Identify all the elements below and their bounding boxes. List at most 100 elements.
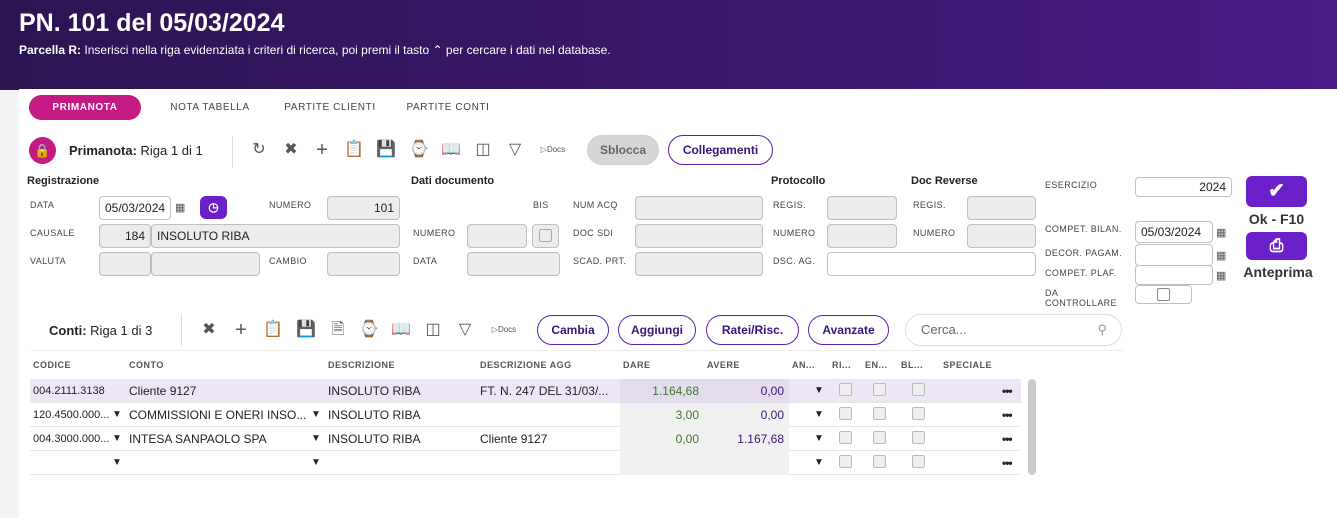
watch-icon[interactable]: ⌚ bbox=[359, 320, 379, 340]
calendar-icon[interactable]: ▦ bbox=[1216, 269, 1226, 282]
doc-data-field[interactable] bbox=[467, 252, 560, 276]
layout-icon[interactable]: ◫ bbox=[473, 140, 493, 160]
column-header-en[interactable]: EN... bbox=[865, 354, 888, 376]
cambia-button[interactable]: Cambia bbox=[537, 315, 609, 345]
cell-avere[interactable] bbox=[704, 451, 789, 475]
add-icon[interactable]: + bbox=[312, 140, 332, 160]
doc-numero-field[interactable] bbox=[467, 224, 527, 248]
save-icon[interactable]: 💾 bbox=[376, 140, 396, 160]
en-checkbox[interactable] bbox=[873, 383, 886, 396]
search-input[interactable]: Cerca... ⚲ bbox=[905, 314, 1122, 346]
ratei-risc-button[interactable]: Ratei/Risc. bbox=[706, 315, 799, 345]
da-controllare-field[interactable] bbox=[1135, 285, 1192, 304]
aggiungi-button[interactable]: Aggiungi bbox=[618, 315, 696, 345]
tab-partite-conti[interactable]: PARTITE CONTI bbox=[399, 95, 497, 120]
collegamenti-button[interactable]: Collegamenti bbox=[668, 135, 773, 165]
rev-numero-field[interactable] bbox=[967, 224, 1036, 248]
cell-dare[interactable] bbox=[620, 451, 704, 475]
column-header-descrizione-agg[interactable]: DESCRIZIONE AGG bbox=[480, 354, 572, 376]
bl-checkbox[interactable] bbox=[912, 431, 925, 444]
column-header-bl[interactable]: BL... bbox=[901, 354, 923, 376]
cell-descrizione[interactable]: INSOLUTO RIBA bbox=[325, 379, 477, 403]
column-header-ri[interactable]: RI... bbox=[832, 354, 851, 376]
data-field[interactable]: 05/03/2024 bbox=[99, 196, 171, 220]
docs-icon[interactable]: ▷Docs bbox=[485, 320, 523, 340]
delete-icon[interactable]: ✖ bbox=[199, 320, 219, 340]
table-scrollbar[interactable] bbox=[1028, 379, 1036, 475]
en-checkbox[interactable] bbox=[873, 431, 886, 444]
cell-descrizione[interactable]: INSOLUTO RIBA bbox=[325, 427, 477, 451]
cell-avere[interactable]: 0,00 bbox=[704, 379, 789, 403]
cell-descrizione-agg[interactable]: FT. N. 247 DEL 31/03/... bbox=[477, 379, 620, 403]
clipboard-icon[interactable]: 📋 bbox=[263, 320, 283, 340]
chevron-down-icon[interactable]: ▼ bbox=[112, 451, 122, 475]
sblocca-button[interactable]: Sblocca bbox=[587, 135, 659, 165]
ri-checkbox[interactable] bbox=[839, 455, 852, 468]
clock-icon[interactable]: ◷ bbox=[200, 196, 227, 219]
chevron-down-icon[interactable]: ▼ bbox=[814, 451, 824, 475]
ri-checkbox[interactable] bbox=[839, 383, 852, 396]
cell-avere[interactable]: 0,00 bbox=[704, 403, 789, 427]
cell-descrizione-agg[interactable]: Cliente 9127 bbox=[477, 427, 620, 451]
print-button[interactable]: ⎙ bbox=[1246, 232, 1307, 260]
book-icon[interactable]: 📖 bbox=[391, 320, 411, 340]
cell-conto[interactable] bbox=[126, 451, 306, 475]
add-icon[interactable]: + bbox=[231, 320, 251, 340]
num-acq-field[interactable] bbox=[635, 196, 763, 220]
cell-descrizione-agg[interactable] bbox=[477, 451, 620, 475]
en-checkbox[interactable] bbox=[873, 455, 886, 468]
scad-prt-field[interactable] bbox=[635, 252, 763, 276]
cell-codice[interactable]: 004.3000.000... bbox=[30, 427, 110, 451]
column-header-conto[interactable]: CONTO bbox=[129, 354, 164, 376]
prot-numero-field[interactable] bbox=[827, 224, 897, 248]
column-header-descrizione[interactable]: DESCRIZIONE bbox=[328, 354, 395, 376]
bl-checkbox[interactable] bbox=[912, 455, 925, 468]
doc-sdi-field[interactable] bbox=[635, 224, 763, 248]
ri-checkbox[interactable] bbox=[839, 407, 852, 420]
chevron-down-icon[interactable]: ▼ bbox=[814, 403, 824, 427]
layout-icon[interactable]: ◫ bbox=[423, 320, 443, 340]
compet-bilan-field[interactable]: 05/03/2024 bbox=[1135, 221, 1213, 243]
regis-field[interactable] bbox=[827, 196, 897, 220]
docs-icon[interactable]: ▷Docs bbox=[534, 140, 572, 160]
bl-checkbox[interactable] bbox=[912, 383, 925, 396]
clipboard-icon[interactable]: 📋 bbox=[344, 140, 364, 160]
chevron-down-icon[interactable]: ▼ bbox=[311, 403, 321, 427]
table-row[interactable]: 120.4500.000... ▼ COMMISSIONI E ONERI IN… bbox=[30, 403, 1021, 427]
watch-icon[interactable]: ⌚ bbox=[409, 140, 429, 160]
column-header-codice[interactable]: CODICE bbox=[33, 354, 71, 376]
filter-icon[interactable]: ▽ bbox=[505, 140, 525, 160]
column-header-an[interactable]: AN... bbox=[792, 354, 815, 376]
column-header-dare[interactable]: DARE bbox=[623, 354, 651, 376]
cell-codice[interactable] bbox=[30, 451, 110, 475]
save-icon[interactable]: 💾 bbox=[296, 320, 316, 340]
cambio-field[interactable] bbox=[327, 252, 400, 276]
esercizio-field[interactable]: 2024 bbox=[1135, 177, 1232, 197]
valuta-desc-field[interactable] bbox=[151, 252, 260, 276]
lock-icon[interactable]: 🔒 bbox=[29, 137, 56, 164]
cell-conto[interactable]: INTESA SANPAOLO SPA bbox=[126, 427, 306, 451]
chevron-down-icon[interactable]: ▼ bbox=[814, 379, 824, 403]
chevron-down-icon[interactable]: ▼ bbox=[311, 451, 321, 475]
calendar-icon[interactable]: ▦ bbox=[1216, 249, 1226, 262]
book-icon[interactable]: 📖 bbox=[441, 140, 461, 160]
tab-primanota[interactable]: PRIMANOTA bbox=[29, 95, 141, 120]
cell-descrizione[interactable] bbox=[325, 451, 477, 475]
compet-plaf-field[interactable] bbox=[1135, 265, 1213, 285]
more-icon[interactable]: ••• bbox=[1002, 456, 1013, 470]
bis-checkbox[interactable] bbox=[532, 224, 559, 248]
cell-dare[interactable]: 0,00 bbox=[620, 427, 704, 451]
causale-desc-field[interactable]: INSOLUTO RIBA bbox=[151, 224, 400, 248]
calendar-icon[interactable]: ▦ bbox=[175, 201, 185, 214]
rev-regis-field[interactable] bbox=[967, 196, 1036, 220]
avanzate-button[interactable]: Avanzate bbox=[808, 315, 889, 345]
more-icon[interactable]: ••• bbox=[1002, 432, 1013, 446]
chevron-down-icon[interactable]: ▼ bbox=[112, 427, 122, 451]
chevron-down-icon[interactable]: ▼ bbox=[311, 427, 321, 451]
more-icon[interactable]: ••• bbox=[1002, 384, 1013, 398]
cell-descrizione[interactable]: INSOLUTO RIBA bbox=[325, 403, 477, 427]
bl-checkbox[interactable] bbox=[912, 407, 925, 420]
en-checkbox[interactable] bbox=[873, 407, 886, 420]
column-header-avere[interactable]: AVERE bbox=[707, 354, 740, 376]
more-icon[interactable]: ••• bbox=[1002, 408, 1013, 422]
